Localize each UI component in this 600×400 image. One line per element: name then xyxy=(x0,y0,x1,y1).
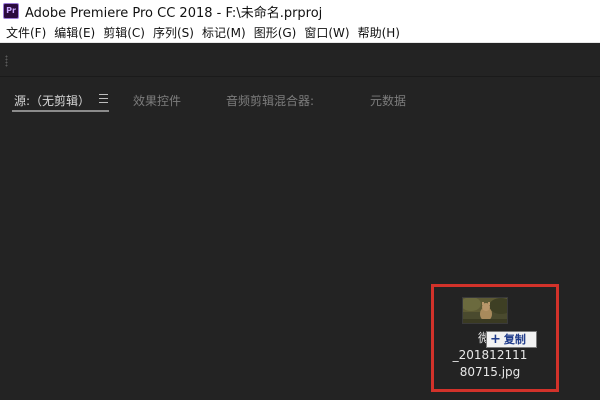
menu-file[interactable]: 文件(F) xyxy=(4,24,52,41)
window-title: Adobe Premiere Pro CC 2018 - F:\未命名.prpr… xyxy=(25,5,323,21)
copy-label: 复制 xyxy=(503,333,526,346)
premiere-pro-app-icon: Pr xyxy=(3,3,19,19)
menu-markers[interactable]: 标记(M) xyxy=(200,24,252,41)
workspace-toolbar xyxy=(0,43,600,77)
menu-edit[interactable]: 编辑(E) xyxy=(52,24,101,41)
menu-bar: 文件(F) 编辑(E) 剪辑(C) 序列(S) 标记(M) 图形(G) 窗口(W… xyxy=(0,22,600,43)
tab-metadata[interactable]: 元数据 xyxy=(370,92,406,109)
copy-drag-tooltip: + 复制 xyxy=(486,331,537,348)
tab-audio-clip-mixer[interactable]: 音频剪辑混合器: xyxy=(226,92,314,109)
menu-clip[interactable]: 剪辑(C) xyxy=(101,24,151,41)
tab-effect-controls[interactable]: 效果控件 xyxy=(133,92,181,109)
menu-sequence[interactable]: 序列(S) xyxy=(151,24,200,41)
menu-help[interactable]: 帮助(H) xyxy=(356,24,406,41)
panel-menu-icon[interactable] xyxy=(99,94,108,103)
active-tab-underline xyxy=(12,110,109,112)
image-thumbnail-icon[interactable] xyxy=(462,297,508,324)
panel-tab-bar: 源:（无剪辑） 效果控件 音频剪辑混合器: 元数据 xyxy=(0,85,600,115)
tab-source[interactable]: 源:（无剪辑） xyxy=(14,92,90,109)
menu-graphics[interactable]: 图形(G) xyxy=(252,24,303,41)
plus-icon: + xyxy=(490,332,501,347)
window-titlebar: Pr Adobe Premiere Pro CC 2018 - F:\未命名.p… xyxy=(0,0,600,22)
toolbar-grip-handle[interactable] xyxy=(5,55,8,67)
menu-window[interactable]: 窗口(W) xyxy=(302,24,355,41)
